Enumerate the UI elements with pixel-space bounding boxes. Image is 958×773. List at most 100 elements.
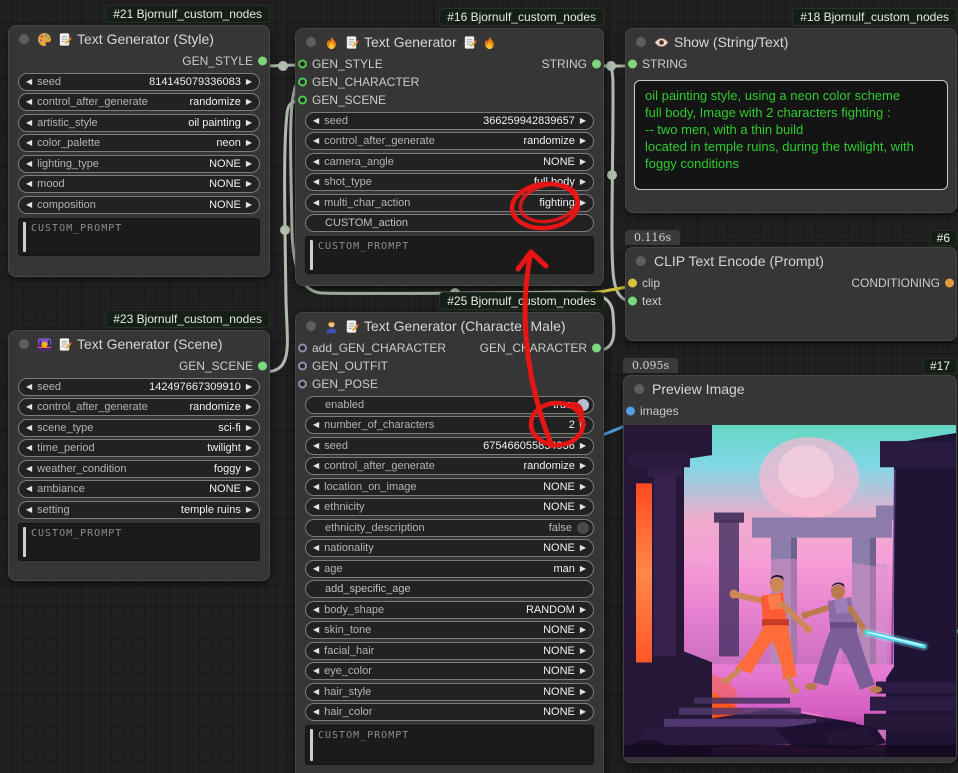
increment-arrow-icon[interactable]: ▶ (580, 503, 586, 511)
decrement-arrow-icon[interactable]: ◀ (26, 465, 32, 473)
collapse-dot[interactable] (306, 37, 316, 47)
collapse-dot[interactable] (19, 339, 29, 349)
node-header[interactable]: Text Generator (296, 29, 603, 55)
increment-arrow-icon[interactable]: ▶ (580, 565, 586, 573)
decrement-arrow-icon[interactable]: ◀ (313, 462, 319, 470)
node-clip-text-encode[interactable]: 0.116s #6 CLIP Text Encode (Prompt) clip… (625, 247, 957, 341)
decrement-arrow-icon[interactable]: ◀ (313, 647, 319, 655)
widget-seed[interactable]: ◀seed675466055834936▶ (305, 437, 594, 455)
decrement-arrow-icon[interactable]: ◀ (313, 137, 319, 145)
decrement-arrow-icon[interactable]: ◀ (26, 383, 32, 391)
node-text-generator-character-male[interactable]: #25 Bjornulf_custom_nodes Text Generator… (295, 312, 604, 773)
increment-arrow-icon[interactable]: ▶ (580, 158, 586, 166)
increment-arrow-icon[interactable]: ▶ (580, 708, 586, 716)
decrement-arrow-icon[interactable]: ◀ (26, 119, 32, 127)
increment-arrow-icon[interactable]: ▶ (580, 462, 586, 470)
input-port-add-gen-character[interactable] (298, 344, 307, 353)
increment-arrow-icon[interactable]: ▶ (580, 137, 586, 145)
increment-arrow-icon[interactable]: ▶ (580, 421, 586, 429)
widget-hair-style[interactable]: ◀hair_styleNONE▶ (305, 683, 594, 701)
decrement-arrow-icon[interactable]: ◀ (313, 565, 319, 573)
widget-time-period[interactable]: ◀time_periodtwilight▶ (18, 439, 260, 457)
widget-age[interactable]: ◀ageman▶ (305, 560, 594, 578)
widget-ambiance[interactable]: ◀ambianceNONE▶ (18, 480, 260, 498)
input-port-gen-scene[interactable] (298, 96, 307, 105)
increment-arrow-icon[interactable]: ▶ (246, 444, 252, 452)
widget-add-specific-age-input[interactable]: add_specific_age (305, 580, 594, 598)
node-header[interactable]: Preview Image (624, 376, 956, 402)
custom-prompt-textarea[interactable]: CUSTOM_PROMPT (305, 725, 594, 765)
input-port-gen-pose[interactable] (298, 380, 307, 389)
decrement-arrow-icon[interactable]: ◀ (26, 139, 32, 147)
collapse-dot[interactable] (306, 321, 316, 331)
decrement-arrow-icon[interactable]: ◀ (26, 444, 32, 452)
input-port-gen-style[interactable] (298, 60, 307, 69)
widget-shot-type[interactable]: ◀shot_typefull body▶ (305, 173, 594, 191)
widget-color-palette[interactable]: ◀color_paletteneon▶ (18, 134, 260, 152)
widget-body-shape[interactable]: ◀body_shapeRANDOM▶ (305, 601, 594, 619)
decrement-arrow-icon[interactable]: ◀ (26, 485, 32, 493)
widget-scene-type[interactable]: ◀scene_typesci-fi▶ (18, 419, 260, 437)
widget-location-on-image[interactable]: ◀location_on_imageNONE▶ (305, 478, 594, 496)
node-header[interactable]: CLIP Text Encode (Prompt) (626, 248, 956, 274)
widget-setting[interactable]: ◀settingtemple ruins▶ (18, 501, 260, 519)
collapse-dot[interactable] (636, 37, 646, 47)
increment-arrow-icon[interactable]: ▶ (580, 544, 586, 552)
decrement-arrow-icon[interactable]: ◀ (313, 708, 319, 716)
increment-arrow-icon[interactable]: ▶ (246, 78, 252, 86)
increment-arrow-icon[interactable]: ▶ (246, 424, 252, 432)
decrement-arrow-icon[interactable]: ◀ (313, 178, 319, 186)
node-header[interactable]: Text Generator (Style) (9, 26, 269, 52)
toggle-knob[interactable] (577, 522, 589, 534)
widget-seed[interactable]: ◀seed366259942839657▶ (305, 112, 594, 130)
widget-control-after-generate[interactable]: ◀control_after_generaterandomize▶ (305, 132, 594, 150)
decrement-arrow-icon[interactable]: ◀ (26, 98, 32, 106)
increment-arrow-icon[interactable]: ▶ (580, 483, 586, 491)
node-text-generator-style[interactable]: #21 Bjornulf_custom_nodes Text Generator… (8, 25, 270, 277)
widget-number-of-characters[interactable]: ◀number_of_characters2▶ (305, 416, 594, 434)
decrement-arrow-icon[interactable]: ◀ (26, 180, 32, 188)
decrement-arrow-icon[interactable]: ◀ (26, 403, 32, 411)
increment-arrow-icon[interactable]: ▶ (246, 201, 252, 209)
node-graph-canvas[interactable]: #21 Bjornulf_custom_nodes Text Generator… (0, 0, 958, 773)
input-port-gen-character[interactable] (298, 78, 307, 87)
custom-prompt-textarea[interactable]: CUSTOM_PROMPT (18, 523, 260, 561)
widget-lighting-type[interactable]: ◀lighting_typeNONE▶ (18, 155, 260, 173)
input-port-images[interactable] (626, 407, 635, 416)
output-port-gen-scene[interactable] (258, 362, 267, 371)
decrement-arrow-icon[interactable]: ◀ (313, 667, 319, 675)
decrement-arrow-icon[interactable]: ◀ (313, 199, 319, 207)
input-port-gen-outfit[interactable] (298, 362, 307, 371)
node-text-generator-scene[interactable]: #23 Bjornulf_custom_nodes Text Generator… (8, 330, 270, 581)
increment-arrow-icon[interactable]: ▶ (580, 442, 586, 450)
widget-hair-color[interactable]: ◀hair_colorNONE▶ (305, 703, 594, 721)
input-port-string[interactable] (628, 60, 637, 69)
decrement-arrow-icon[interactable]: ◀ (313, 544, 319, 552)
decrement-arrow-icon[interactable]: ◀ (313, 117, 319, 125)
widget-control-after-generate[interactable]: ◀control_after_generaterandomize▶ (18, 398, 260, 416)
widget-mood[interactable]: ◀moodNONE▶ (18, 175, 260, 193)
increment-arrow-icon[interactable]: ▶ (246, 383, 252, 391)
decrement-arrow-icon[interactable]: ◀ (26, 506, 32, 514)
collapse-dot[interactable] (636, 256, 646, 266)
widget-ethnicity[interactable]: ◀ethnicityNONE▶ (305, 498, 594, 516)
increment-arrow-icon[interactable]: ▶ (580, 117, 586, 125)
increment-arrow-icon[interactable]: ▶ (246, 160, 252, 168)
collapse-dot[interactable] (19, 34, 29, 44)
widget-ethnicity-description-toggle[interactable]: ethnicity_descriptionfalse (305, 519, 594, 537)
output-port-gen-character[interactable] (592, 344, 601, 353)
decrement-arrow-icon[interactable]: ◀ (26, 78, 32, 86)
node-header[interactable]: Text Generator (Scene) (9, 331, 269, 357)
increment-arrow-icon[interactable]: ▶ (580, 647, 586, 655)
decrement-arrow-icon[interactable]: ◀ (313, 688, 319, 696)
node-header[interactable]: Show (String/Text) (626, 29, 956, 55)
decrement-arrow-icon[interactable]: ◀ (26, 424, 32, 432)
decrement-arrow-icon[interactable]: ◀ (313, 483, 319, 491)
increment-arrow-icon[interactable]: ▶ (580, 626, 586, 634)
decrement-arrow-icon[interactable]: ◀ (313, 503, 319, 511)
decrement-arrow-icon[interactable]: ◀ (26, 201, 32, 209)
widget-multi-char-action[interactable]: ◀multi_char_actionfighting▶ (305, 194, 594, 212)
decrement-arrow-icon[interactable]: ◀ (313, 626, 319, 634)
increment-arrow-icon[interactable]: ▶ (246, 485, 252, 493)
show-text-output[interactable]: oil painting style, using a neon color s… (634, 80, 948, 190)
